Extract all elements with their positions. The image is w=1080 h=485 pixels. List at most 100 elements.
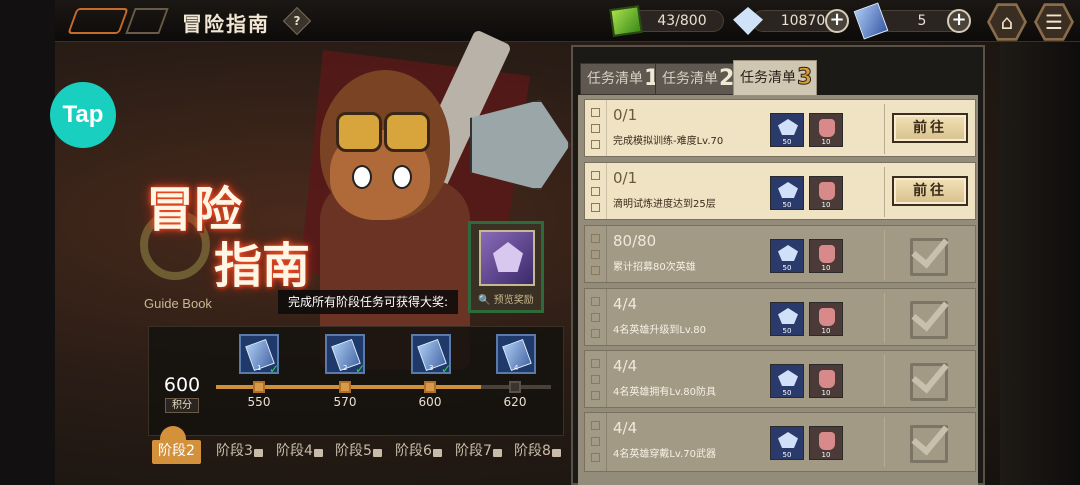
row-side-ornament: [585, 289, 607, 345]
task-progress: 4/4: [613, 419, 638, 437]
row-divider: [884, 230, 885, 280]
milestone-value: 620: [503, 395, 527, 409]
reward-qty: 50: [782, 451, 792, 459]
task-list-tab[interactable]: 任务清单3: [733, 60, 818, 96]
reward-pouch[interactable]: 10: [809, 239, 843, 273]
task-tab-label: 任务清单: [662, 71, 718, 87]
lock-icon: [313, 449, 323, 457]
row-side-ornament: [585, 413, 607, 471]
claimed-check-icon: ✓: [440, 362, 451, 376]
go-button[interactable]: 前往: [892, 176, 968, 206]
task-description: 4名英雄穿戴Lv.70武器: [613, 449, 716, 460]
reward-qty: 10: [821, 327, 831, 335]
row-divider: [884, 167, 885, 217]
task-description: 滴明试炼进度达到25层: [613, 199, 716, 210]
milestone-reward-card[interactable]: 3 ✓: [411, 334, 451, 376]
reward-pouch[interactable]: 10: [809, 113, 843, 147]
crystal-icon: [778, 245, 798, 261]
stage-tab[interactable]: 阶段8: [514, 440, 561, 464]
stage-tab-label: 阶段5: [335, 443, 372, 459]
milestone-value: 570: [333, 395, 357, 409]
task-progress: 0/1: [613, 169, 638, 187]
reward-crystal[interactable]: 50: [770, 176, 804, 210]
progress-track: [216, 385, 551, 389]
task-list-tab[interactable]: 任务清单2: [655, 63, 740, 95]
completed-check-icon: [910, 361, 952, 401]
reward-qty: 10: [821, 138, 831, 146]
row-divider: [884, 293, 885, 343]
add-crystal-button[interactable]: +: [825, 9, 849, 33]
reward-card-number: 1: [257, 364, 262, 372]
stage-tab[interactable]: 阶段2: [152, 440, 201, 464]
task-row: 0/1 滴明试炼进度达到25层 50 10 前往: [584, 162, 976, 220]
page-title: 冒险指南: [182, 12, 270, 36]
go-button[interactable]: 前往: [892, 113, 968, 143]
task-list-tab[interactable]: 任务清单1: [580, 63, 665, 95]
stage-tab-label: 阶段2: [158, 443, 195, 459]
pouch-icon: [819, 245, 835, 263]
tap-logo[interactable]: Tap: [50, 82, 116, 148]
claimed-check-icon: ✓: [354, 362, 365, 376]
reward-crystal[interactable]: 50: [770, 239, 804, 273]
reward-qty: 50: [782, 389, 792, 397]
stage-tab[interactable]: 阶段3: [216, 440, 263, 464]
reward-crystal[interactable]: 50: [770, 302, 804, 336]
row-side-ornament: [585, 351, 607, 407]
reward-pouch[interactable]: 10: [809, 302, 843, 336]
home-icon: ⌂: [990, 6, 1024, 38]
reward-qty: 10: [821, 264, 831, 272]
hero-eye-left: [352, 165, 372, 189]
reward-crystal[interactable]: 50: [770, 426, 804, 460]
reward-crystal[interactable]: 50: [770, 113, 804, 147]
pouch-icon: [819, 182, 835, 200]
reward-pouch[interactable]: 10: [809, 176, 843, 210]
add-ticket-button[interactable]: +: [947, 9, 971, 33]
milestone-marker: [509, 381, 521, 393]
milestone-reward-card[interactable]: 2 ✓: [325, 334, 365, 376]
stage-tab-label: 阶段4: [276, 443, 313, 459]
reward-pouch[interactable]: 10: [809, 426, 843, 460]
reward-crystal[interactable]: 50: [770, 364, 804, 398]
completed-check-icon: [910, 299, 952, 339]
task-description: 4名英雄升级到Lv.80: [613, 325, 706, 336]
grand-prize-box[interactable]: 🔍 预览奖励: [468, 221, 544, 313]
hero-goggle-right: [384, 112, 430, 152]
reward-card-number: 2: [343, 364, 348, 372]
task-progress: 4/4: [613, 357, 638, 375]
preview-reward-link[interactable]: 🔍 预览奖励: [473, 291, 539, 306]
reward-qty: 50: [782, 201, 792, 209]
energy-value: 43/800: [657, 13, 707, 29]
lock-icon: [372, 449, 382, 457]
hero-goggle-left: [336, 112, 382, 152]
stage-tab[interactable]: 阶段4: [276, 440, 323, 464]
stage-tab[interactable]: 阶段5: [335, 440, 382, 464]
green-cube-icon: [609, 5, 643, 37]
pouch-icon: [819, 119, 835, 137]
task-progress: 4/4: [613, 295, 638, 313]
milestone-reward-card[interactable]: 1 ✓: [239, 334, 279, 376]
ticket-value: 5: [917, 13, 927, 29]
row-side-ornament: [585, 100, 607, 156]
row-side-ornament: [585, 163, 607, 219]
pouch-icon: [819, 432, 835, 450]
grand-prize-gem-icon: [479, 230, 535, 286]
reward-qty: 10: [821, 451, 831, 459]
lock-icon: [551, 449, 561, 457]
milestone-reward-card[interactable]: 4: [496, 334, 536, 374]
crystal-icon: [778, 308, 798, 324]
crystal-icon: [778, 119, 798, 135]
completed-check-icon: [910, 423, 952, 463]
task-progress: 80/80: [613, 232, 657, 250]
stage-tab-label: 阶段3: [216, 443, 253, 459]
pouch-icon: [819, 308, 835, 326]
reward-qty: 10: [821, 201, 831, 209]
row-divider: [884, 355, 885, 405]
stage-tab[interactable]: 阶段7: [455, 440, 502, 464]
stage-tab[interactable]: 阶段6: [395, 440, 442, 464]
menu-icon: ☰: [1037, 6, 1071, 38]
grand-prize-text: 完成所有阶段任务可获得大奖:: [278, 290, 459, 314]
reward-pouch[interactable]: 10: [809, 364, 843, 398]
lock-icon: [432, 449, 442, 457]
reward-card-number: 4: [514, 364, 519, 372]
milestone-value: 600: [418, 395, 442, 409]
